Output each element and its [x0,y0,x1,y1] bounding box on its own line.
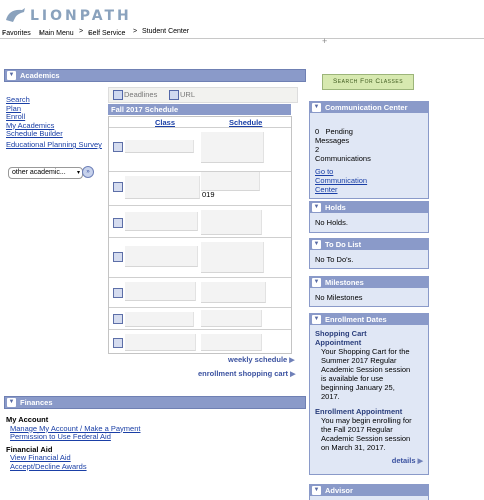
calendar-icon [113,90,123,100]
collapse-icon[interactable]: ▼ [312,486,321,495]
holds-panel: ▼ Holds No Holds. [309,201,429,233]
academics-links: Search Plan Enroll My Academics Schedule… [6,95,63,139]
play-arrow-icon: ▶ [289,357,295,364]
milestones-panel: ▼ Milestones No Milestones [309,276,429,307]
play-arrow-icon: ▶ [417,458,423,465]
search-for-classes-button[interactable]: Search For Classes [322,74,414,90]
collapse-icon[interactable]: ▼ [7,71,16,80]
enrollment-dates-header[interactable]: ▼ Enrollment Dates [310,314,428,325]
milestones-header[interactable]: ▼ Milestones [310,277,428,288]
schedule-title: Fall 2017 Schedule [108,104,291,115]
shopping-cart-title: Shopping Cart Appointment [315,329,367,347]
nav-student-center[interactable]: Student Center [142,28,189,35]
pending-messages: 0 Pending [315,127,353,136]
tab-url[interactable]: URL [180,90,195,99]
redacted-schedule [201,334,262,351]
class-detail-icon[interactable] [113,288,123,298]
class-detail-icon[interactable] [113,182,123,192]
goto-communication-center-link[interactable]: Go to Communication Center [315,167,423,194]
class-code-fragment: 019 [202,190,215,199]
communication-center-header[interactable]: ▼ Communication Center [310,102,428,113]
enrollment-dates-panel: ▼ Enrollment Dates Shopping Cart Appointme… [309,313,429,475]
redacted-schedule [201,282,266,303]
breadcrumb: Favorites ▾ Main Menu ▾ > Self Service ▾… [0,26,484,39]
collapse-icon[interactable]: ▼ [312,103,321,112]
schedule-table: Class Schedule [108,116,292,354]
table-row [109,307,291,330]
chevron-down-icon: ▾ [88,31,92,37]
link-schedule-builder[interactable]: Schedule Builder [6,129,63,139]
redacted-schedule [201,210,262,235]
lion-logo-icon [6,8,25,22]
redacted-class [125,282,196,301]
collapse-icon[interactable]: ▼ [312,315,321,324]
logo-text: LIONPATH [30,8,132,24]
weekly-schedule-link[interactable]: weekly schedule ▶ [228,355,295,364]
redacted-schedule [201,310,262,327]
advisor-panel: ▼ Advisor [309,484,429,500]
table-row [109,127,291,172]
communication-center-panel: ▼ Communication Center 0 Pending Messages… [309,101,429,199]
chevron-down-icon: ▾ [39,31,43,37]
breadcrumb-sep: > [133,28,138,35]
class-detail-icon[interactable] [113,218,123,228]
drag-handle-icon[interactable]: + [322,36,327,46]
todo-text: No To Do's. [315,255,354,264]
communications-count: 2 [315,145,320,154]
column-schedule[interactable]: Schedule [229,118,262,127]
details-link[interactable]: details ▶ [315,456,423,466]
academics-header[interactable]: ▼ Academics [4,69,306,82]
column-class[interactable]: Class [155,118,175,127]
milestones-text: No Milestones [315,293,363,302]
class-detail-icon[interactable] [113,314,123,324]
chevron-down-icon: ▾ [2,31,6,37]
table-row [109,329,291,354]
todo-panel: ▼ To Do List No To Do's. [309,238,429,269]
other-academic-select[interactable]: other academic... ▾ [8,167,83,179]
redacted-schedule [201,172,260,191]
collapse-icon[interactable]: ▼ [312,203,321,212]
table-row [109,237,291,278]
play-arrow-icon: ▶ [290,371,296,378]
schedule-tabs: Deadlines URL [108,87,298,103]
table-row [109,171,291,206]
chevron-down-icon: ▾ [76,170,80,176]
shopping-cart-text: Your Shopping Cart for the Summer 2017 R… [321,347,411,401]
link-federal-aid-permission[interactable]: Permission to Use Federal Aid [6,432,140,442]
breadcrumb-sep: > [79,28,84,35]
enrollment-shopping-cart-link[interactable]: enrollment shopping cart ▶ [198,369,296,378]
collapse-icon[interactable]: ▼ [312,278,321,287]
link-accept-decline-awards[interactable]: Accept/Decline Awards [6,462,140,472]
enrollment-appointment-text: You may begin enrolling for the Fall 201… [321,416,412,452]
collapse-icon[interactable]: ▼ [7,398,16,407]
collapse-icon[interactable]: ▼ [312,240,321,249]
holds-header[interactable]: ▼ Holds [310,202,428,213]
link-icon [169,90,179,100]
finances-header[interactable]: ▼ Finances [4,396,306,409]
redacted-class [125,140,194,153]
todo-header[interactable]: ▼ To Do List [310,239,428,250]
table-row [109,277,291,308]
link-educational-planning-survey[interactable]: Educational Planning Survey [6,140,102,149]
redacted-schedule [201,132,264,163]
redacted-class [125,176,200,199]
advisor-header[interactable]: ▼ Advisor [310,485,428,496]
finances-section: My Account Manage My Account / Make a Pa… [6,415,140,472]
enrollment-appointment-title: Enrollment Appointment [315,407,403,416]
redacted-class [125,334,196,351]
redacted-class [125,312,194,327]
holds-text: No Holds. [315,218,348,227]
redacted-schedule [201,242,264,273]
class-detail-icon[interactable] [113,338,123,348]
class-detail-icon[interactable] [113,142,123,152]
redacted-class [125,246,198,267]
tab-deadlines[interactable]: Deadlines [124,90,157,99]
go-button[interactable]: » [82,166,94,178]
table-row [109,205,291,238]
class-detail-icon[interactable] [113,252,123,262]
redacted-class [125,212,198,231]
